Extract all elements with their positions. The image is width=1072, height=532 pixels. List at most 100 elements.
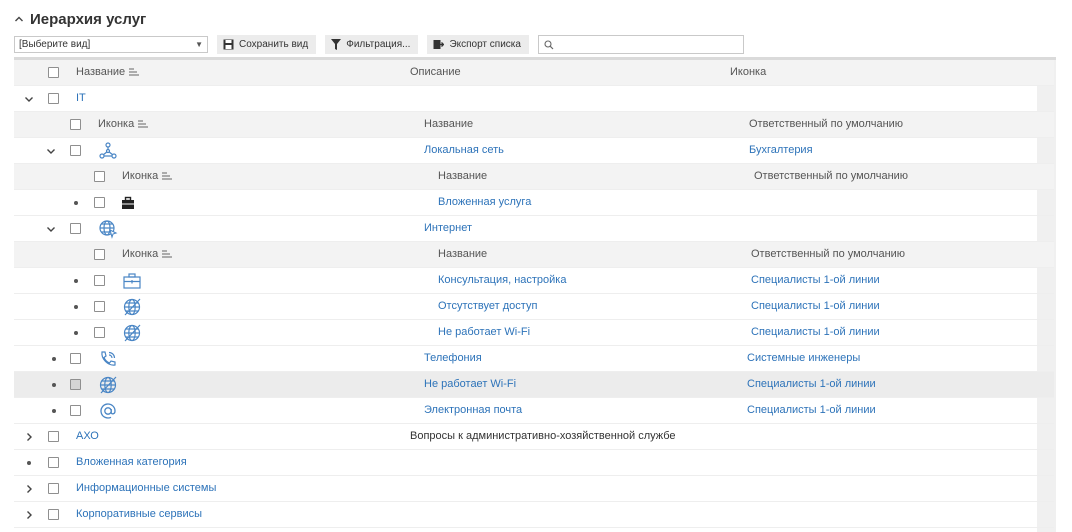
- row-name[interactable]: Интернет: [424, 216, 472, 241]
- floppy-disk-icon: [223, 39, 234, 50]
- row-checkbox[interactable]: [70, 353, 81, 364]
- row-checkbox[interactable]: [70, 405, 81, 416]
- subcolumn-header-icon-label: Иконка: [98, 118, 135, 130]
- row-name[interactable]: Информационные системы: [76, 476, 216, 501]
- chevron-right-icon[interactable]: [24, 510, 34, 520]
- row-name[interactable]: Вложенная услуга: [438, 190, 531, 215]
- subcolumn-header-icon-label: Иконка: [122, 248, 159, 260]
- row-description: Вопросы к административно-хозяйственной …: [410, 430, 676, 442]
- row-responsible[interactable]: Специалисты 1-ой линии: [751, 294, 880, 319]
- row-name[interactable]: Отсутствует доступ: [438, 294, 537, 319]
- table-row-consultation[interactable]: Консультация, настройка Специалисты 1-ой…: [14, 268, 1054, 294]
- export-icon: [433, 40, 445, 49]
- export-list-button[interactable]: Экспорт списка: [427, 35, 529, 54]
- sort-icon[interactable]: [129, 68, 140, 76]
- select-all-checkbox[interactable]: [94, 249, 105, 260]
- table-row-axo[interactable]: АХО Вопросы к административно-хозяйствен…: [14, 424, 1054, 450]
- row-checkbox[interactable]: [48, 483, 59, 494]
- table-row-it[interactable]: IT: [14, 86, 1054, 112]
- row-responsible[interactable]: Специалисты 1-ой линии: [747, 372, 876, 397]
- sort-icon[interactable]: [138, 120, 149, 128]
- subcolumn-header-name[interactable]: Название: [438, 164, 487, 189]
- row-checkbox[interactable]: [48, 509, 59, 520]
- search-input[interactable]: [537, 35, 744, 54]
- chevron-right-icon[interactable]: [24, 484, 34, 494]
- subcolumn-header-icon-label: Иконка: [122, 170, 159, 182]
- leaf-bullet-icon: [74, 305, 78, 309]
- row-name[interactable]: Телефония: [424, 346, 482, 371]
- save-view-button[interactable]: Сохранить вид: [217, 35, 317, 54]
- row-responsible[interactable]: Специалисты 1-ой линии: [751, 268, 880, 293]
- globe-crossed-icon: [123, 298, 141, 316]
- column-header-icon[interactable]: Иконка: [730, 60, 766, 85]
- table-row-no-access[interactable]: Отсутствует доступ Специалисты 1-ой лини…: [14, 294, 1054, 320]
- row-name[interactable]: Электронная почта: [424, 398, 522, 423]
- subcolumn-header-icon[interactable]: Иконка: [98, 112, 149, 137]
- row-name[interactable]: IT: [76, 86, 86, 111]
- chevron-down-icon[interactable]: [24, 94, 34, 104]
- chevron-down-icon[interactable]: [46, 146, 56, 156]
- globe-crossed-icon: [99, 376, 117, 394]
- leaf-bullet-icon: [74, 201, 78, 205]
- table-row-no-wifi-nested[interactable]: Не работает Wi-Fi Специалисты 1-ой линии: [14, 320, 1054, 346]
- column-header-name[interactable]: Название: [76, 60, 140, 85]
- sort-icon[interactable]: [162, 250, 173, 258]
- row-checkbox[interactable]: [70, 379, 81, 390]
- table-row-internet[interactable]: Интернет: [14, 216, 1054, 242]
- row-checkbox[interactable]: [48, 93, 59, 104]
- sort-icon[interactable]: [162, 172, 173, 180]
- row-checkbox[interactable]: [94, 327, 105, 338]
- table-row-nested-category[interactable]: Вложенная категория: [14, 450, 1054, 476]
- table-row-no-wifi[interactable]: Не работает Wi-Fi Специалисты 1-ой линии: [14, 372, 1054, 398]
- select-all-checkbox[interactable]: [70, 119, 81, 130]
- panel-header: Иерархия услуг: [14, 9, 146, 29]
- row-name[interactable]: Консультация, настройка: [438, 268, 566, 293]
- leaf-bullet-icon: [52, 409, 56, 413]
- subcolumn-header-responsible[interactable]: Ответственный по умолчанию: [749, 112, 903, 137]
- table-row-info-systems[interactable]: Информационные системы: [14, 476, 1054, 502]
- row-name[interactable]: Не работает Wi-Fi: [438, 320, 530, 345]
- chevron-right-icon[interactable]: [24, 432, 34, 442]
- row-name[interactable]: АХО: [76, 424, 99, 449]
- select-all-checkbox[interactable]: [48, 67, 59, 78]
- briefcase-outline-icon: [123, 273, 141, 289]
- row-responsible[interactable]: Бухгалтерия: [749, 138, 813, 163]
- table-row-corp-services[interactable]: Корпоративные сервисы: [14, 502, 1054, 528]
- subcolumn-header-icon[interactable]: Иконка: [122, 242, 173, 267]
- table-row-local-network[interactable]: Локальная сеть Бухгалтерия: [14, 138, 1054, 164]
- row-checkbox[interactable]: [94, 301, 105, 312]
- select-all-checkbox[interactable]: [94, 171, 105, 182]
- row-responsible[interactable]: Системные инженеры: [747, 346, 860, 371]
- column-header-description[interactable]: Описание: [410, 60, 461, 85]
- row-checkbox[interactable]: [48, 457, 59, 468]
- row-name[interactable]: Вложенная категория: [76, 450, 187, 475]
- row-checkbox[interactable]: [70, 223, 81, 234]
- column-header-name-label: Название: [76, 66, 126, 78]
- table-row-telephony[interactable]: Телефония Системные инженеры: [14, 346, 1054, 372]
- subgrid-header-row: Иконка Название Ответственный по умолчан…: [14, 112, 1054, 138]
- chevron-down-icon[interactable]: [46, 224, 56, 234]
- row-checkbox[interactable]: [48, 431, 59, 442]
- row-responsible[interactable]: Специалисты 1-ой линии: [751, 320, 880, 345]
- subcolumn-header-name[interactable]: Название: [424, 112, 473, 137]
- row-checkbox[interactable]: [94, 197, 105, 208]
- briefcase-icon: [122, 196, 134, 209]
- globe-crossed-icon: [123, 324, 141, 342]
- view-select[interactable]: [Выберите вид] ▼: [14, 36, 208, 53]
- service-tree-grid: Название Описание Иконка IT Иконка Назва…: [14, 57, 1056, 532]
- table-row-email[interactable]: Электронная почта Специалисты 1-ой линии: [14, 398, 1054, 424]
- row-name[interactable]: Не работает Wi-Fi: [424, 372, 516, 397]
- row-checkbox[interactable]: [94, 275, 105, 286]
- subcolumn-header-name[interactable]: Название: [438, 242, 487, 267]
- subcolumn-header-icon[interactable]: Иконка: [122, 164, 173, 189]
- row-checkbox[interactable]: [70, 145, 81, 156]
- row-name[interactable]: Локальная сеть: [424, 138, 504, 163]
- chevron-up-icon[interactable]: [14, 14, 24, 24]
- subcolumn-header-responsible[interactable]: Ответственный по умолчанию: [754, 164, 908, 189]
- table-row-nested-service[interactable]: Вложенная услуга: [14, 190, 1054, 216]
- funnel-icon: [331, 39, 342, 50]
- row-responsible[interactable]: Специалисты 1-ой линии: [747, 398, 876, 423]
- subcolumn-header-responsible[interactable]: Ответственный по умолчанию: [751, 242, 905, 267]
- row-name[interactable]: Корпоративные сервисы: [76, 502, 202, 527]
- filter-button[interactable]: Фильтрация...: [325, 35, 419, 54]
